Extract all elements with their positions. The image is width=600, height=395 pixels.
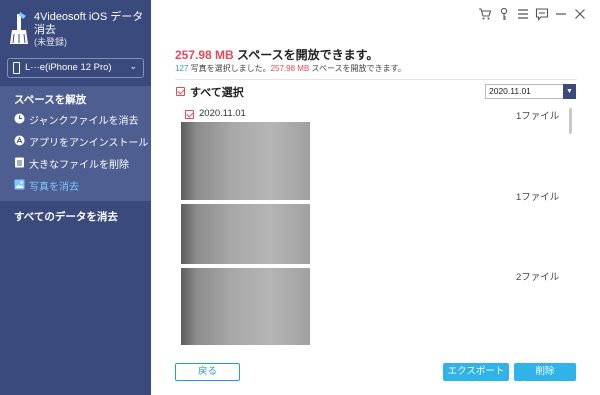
registration-status: (未登録): [34, 37, 67, 47]
photo-thumbnail[interactable]: [181, 268, 310, 345]
brand: 4Videosoft iOS データ 消去 (未登録): [8, 8, 148, 50]
device-selector[interactable]: L···e(iPhone 12 Pro) ⌄: [7, 58, 144, 78]
select-all-label[interactable]: すべて選択: [190, 84, 244, 100]
back-button[interactable]: 戻る: [175, 363, 240, 381]
sidebar-item-label: 大きなファイルを削除: [29, 160, 129, 171]
photo-thumbnail[interactable]: [181, 122, 310, 200]
summary-headline-text: スペースを開放できます。: [233, 48, 379, 62]
free-space-title[interactable]: スペースを解放: [14, 92, 86, 107]
chevron-down-icon[interactable]: ▼: [563, 84, 576, 99]
app-title: 4Videosoft iOS データ 消去: [34, 11, 143, 37]
group-file-count: 1ファイル: [516, 192, 560, 203]
app-title-line1: 4Videosoft iOS データ: [34, 11, 144, 23]
feedback-icon[interactable]: [535, 7, 549, 21]
summary-detail-amount: 257.98 MB: [270, 64, 310, 73]
sidebar-item-label: 写真を消去: [29, 182, 79, 193]
sidebar-item-junk[interactable]: ジャンクファイルを消去: [14, 111, 149, 127]
sidebar-item-photos[interactable]: 写真を消去: [14, 177, 149, 193]
summary-detail: 127 写真を選択しました。257.98 MB スペースを開放できます。: [175, 63, 406, 74]
file-icon: [15, 157, 24, 168]
window-controls: [478, 7, 588, 23]
select-all-checkbox[interactable]: [176, 87, 185, 96]
app-store-icon: [14, 135, 25, 146]
clock-icon: [14, 113, 25, 124]
photo-thumbnails: [181, 122, 310, 345]
date-filter-dropdown[interactable]: 2020.11.01 ▼: [485, 84, 576, 99]
chevron-down-icon: ⌄: [129, 61, 137, 71]
device-name: L···e(iPhone 12 Pro): [25, 62, 112, 73]
key-icon[interactable]: [497, 7, 511, 21]
date-filter-value: 2020.11.01: [489, 86, 531, 96]
delete-button[interactable]: 削除: [514, 363, 576, 381]
sidebar-item-label: アプリをアンインストール: [29, 138, 149, 149]
app-title-line2: 消去: [34, 24, 56, 36]
group-file-count: 2ファイル: [516, 272, 560, 283]
summary-detail-suffix: スペースを開放できます。: [309, 64, 406, 73]
photo-thumbnail[interactable]: [181, 204, 310, 264]
selected-count: 127: [175, 64, 189, 73]
sidebar-item-label: ジャンクファイルを消去: [29, 116, 139, 127]
phone-icon: [13, 62, 20, 74]
broom-logo-icon: [10, 12, 28, 44]
scrollbar[interactable]: [569, 108, 572, 134]
sidebar-item-uninstall[interactable]: アプリをアンインストール: [14, 133, 149, 149]
menu-icon[interactable]: [516, 7, 530, 21]
summary-headline: 257.98 MB スペースを開放できます。: [175, 46, 378, 63]
divider: [175, 79, 577, 80]
photo-icon: [14, 179, 25, 190]
summary-amount: 257.98 MB: [175, 48, 234, 62]
export-button[interactable]: エクスポート: [443, 363, 509, 381]
minimize-icon[interactable]: [554, 7, 568, 21]
free-space-section: スペースを解放 ジャンクファイルを消去 アプリをアンインストール 大きなファイル…: [0, 86, 151, 201]
date-group-label: 2020.11.01: [199, 108, 246, 119]
sidebar: 4Videosoft iOS データ 消去 (未登録) L···e(iPhone…: [0, 0, 151, 395]
sidebar-item-erase-all[interactable]: すべてのデータを消去: [14, 209, 118, 224]
group-file-count: 1ファイル: [516, 111, 560, 122]
close-icon[interactable]: [573, 7, 587, 21]
summary-detail-mid: 写真を選択しました。: [188, 64, 271, 73]
cart-icon[interactable]: [478, 7, 492, 21]
sidebar-item-large-files[interactable]: 大きなファイルを削除: [14, 155, 149, 171]
date-group-checkbox[interactable]: [185, 110, 194, 119]
